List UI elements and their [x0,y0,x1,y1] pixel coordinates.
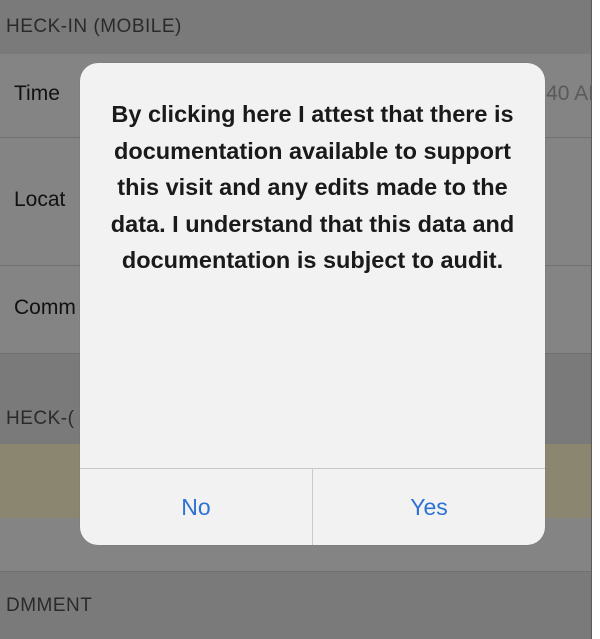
comment-section-header: DMMENT [0,572,600,639]
comment-header-text: DMMENT [6,594,93,616]
alert-message: By clicking here I attest that there is … [110,101,515,273]
no-button[interactable]: No [80,469,312,545]
comment-label: Comm [14,296,76,319]
alert-actions: No Yes [80,468,545,545]
attestation-alert-dialog: By clicking here I attest that there is … [80,63,545,545]
location-label: Locat [14,188,66,211]
frame-edge [592,0,600,639]
time-label: Time [14,82,60,105]
time-value: 40 AI [546,82,594,105]
checkin-mobile-header-text: HECK-IN (MOBILE) [6,16,182,37]
checkout-header-text: HECK-( [6,408,75,429]
yes-button[interactable]: Yes [312,469,545,545]
checkin-mobile-section-header: HECK-IN (MOBILE) [0,0,600,54]
app-screen: HECK-IN (MOBILE) Time 40 AI Locat Comm H… [0,0,600,639]
